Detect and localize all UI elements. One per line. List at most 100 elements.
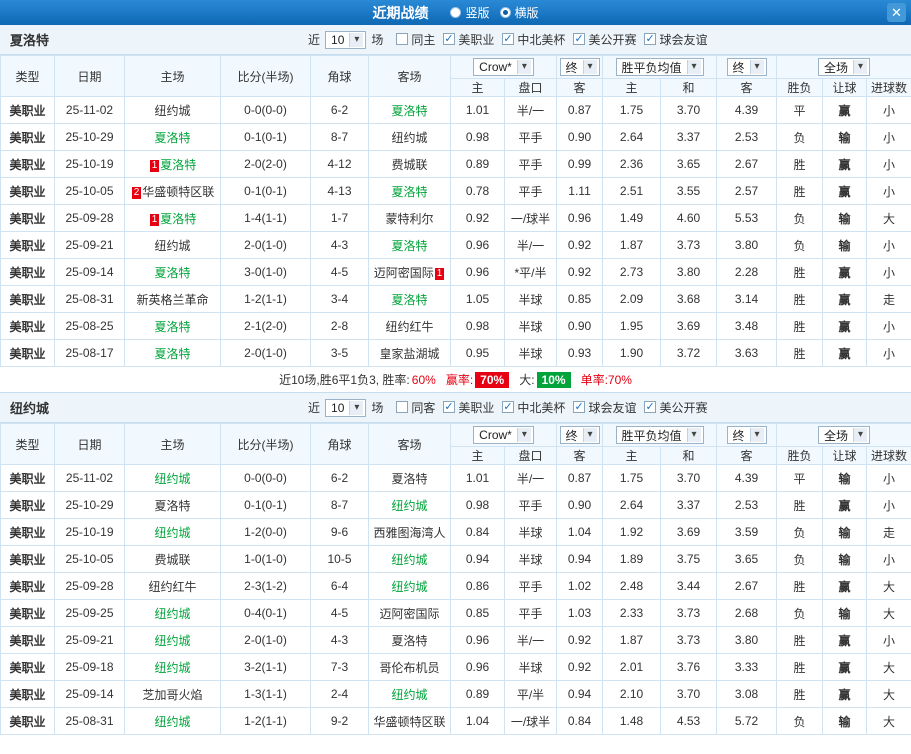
checkbox-box[interactable] xyxy=(644,32,657,46)
home-team[interactable]: 夏洛特 xyxy=(124,312,221,340)
team-name-text: 纽约城 xyxy=(391,687,428,702)
away-team[interactable]: 夏洛特 xyxy=(368,96,451,124)
away-team[interactable]: 纽约城 xyxy=(368,491,451,519)
away-team[interactable]: 华盛顿特区联 xyxy=(368,707,451,735)
filter-checkbox[interactable]: 美职业 xyxy=(443,31,494,48)
handicap-cell: 赢 xyxy=(822,653,868,681)
home-team[interactable]: 纽约城 xyxy=(124,599,221,627)
home-team[interactable]: 纽约城 xyxy=(124,707,221,735)
away-team[interactable]: 哥伦布机员 xyxy=(368,653,451,681)
odds-away: 1.04 xyxy=(556,518,604,546)
home-team[interactable]: 纽约城 xyxy=(124,231,221,259)
filter-checkbox[interactable]: 中北美杯 xyxy=(502,31,565,48)
checkbox-box[interactable] xyxy=(644,400,657,414)
home-team[interactable]: 新英格兰革命 xyxy=(124,285,221,313)
corners: 6-2 xyxy=(310,96,369,124)
checkbox-box[interactable] xyxy=(502,400,515,414)
avg-select[interactable]: 胜平负均值 xyxy=(615,426,704,444)
home-team[interactable]: 1 夏洛特 xyxy=(124,150,221,178)
home-team[interactable]: 费城联 xyxy=(124,545,221,573)
checkbox-box[interactable] xyxy=(573,400,586,414)
games-label: 场 xyxy=(371,33,384,47)
home-team[interactable]: 纽约城 xyxy=(124,653,221,681)
home-team[interactable]: 纽约城 xyxy=(124,96,221,124)
away-team[interactable]: 西雅图海湾人 xyxy=(368,518,451,546)
avg-away: 2.67 xyxy=(716,572,778,600)
goals-cell: 大 xyxy=(866,680,911,708)
avg-select[interactable]: 胜平负均值 xyxy=(615,58,704,76)
match-date: 25-08-25 xyxy=(54,312,125,340)
layout-option-horizontal[interactable]: 横版 xyxy=(499,4,539,21)
handicap-cell: 输 xyxy=(822,707,868,735)
checkbox-box[interactable] xyxy=(443,32,456,46)
chevron-down-icon xyxy=(582,60,597,74)
home-team[interactable]: 夏洛特 xyxy=(124,258,221,286)
league-type: 美职业 xyxy=(0,312,55,340)
odds-away: 0.92 xyxy=(556,231,604,259)
away-team[interactable]: 纽约红牛 xyxy=(368,312,451,340)
close-icon[interactable]: ✕ xyxy=(887,3,906,22)
home-team[interactable]: 2 华盛顿特区联 xyxy=(124,177,221,205)
checkbox-box[interactable] xyxy=(573,32,586,46)
score: 1-2(1-1) xyxy=(220,285,311,313)
home-team[interactable]: 夏洛特 xyxy=(124,491,221,519)
filter-checkbox[interactable]: 同主 xyxy=(396,31,435,48)
bookmaker-select[interactable]: Crow* xyxy=(473,58,534,76)
odds-final-select[interactable]: 终 xyxy=(559,426,600,444)
match-row: 美职业 25-10-29 夏洛特 0-1(0-1) 8-7 纽约城 0.98 平手 0.90 2.… xyxy=(0,491,911,519)
scope-select[interactable]: 全场 xyxy=(818,58,871,76)
bookmaker-select[interactable]: Crow* xyxy=(473,426,534,444)
odds-away: 0.92 xyxy=(556,626,604,654)
away-team[interactable]: 迈阿密国际 xyxy=(368,599,451,627)
filter-checkbox[interactable]: 球会友谊 xyxy=(573,399,636,416)
recent-count-select[interactable]: 10 xyxy=(325,398,367,417)
corners: 4-5 xyxy=(310,258,369,286)
away-team[interactable]: 费城联 xyxy=(368,150,451,178)
home-team[interactable]: 纽约城 xyxy=(124,518,221,546)
checkbox-box[interactable] xyxy=(443,400,456,414)
layout-option-vertical[interactable]: 竖版 xyxy=(450,4,490,21)
away-team[interactable]: 迈阿密国际 1 xyxy=(368,258,451,286)
scope-select[interactable]: 全场 xyxy=(818,426,871,444)
result-cell: 负 xyxy=(776,545,824,573)
home-team[interactable]: 1 夏洛特 xyxy=(124,204,221,232)
away-team[interactable]: 皇家盐湖城 xyxy=(368,339,451,367)
home-team[interactable]: 夏洛特 xyxy=(124,123,221,151)
corners: 6-2 xyxy=(310,464,369,492)
away-team[interactable]: 纽约城 xyxy=(368,545,451,573)
col-home: 主场 xyxy=(124,55,221,97)
home-team[interactable]: 纽约城 xyxy=(124,464,221,492)
away-team[interactable]: 纽约城 xyxy=(368,680,451,708)
filter-checkbox[interactable]: 球会友谊 xyxy=(644,31,707,48)
away-team[interactable]: 夏洛特 xyxy=(368,231,451,259)
away-team[interactable]: 蒙特利尔 xyxy=(368,204,451,232)
filter-checkbox[interactable]: 美公开赛 xyxy=(644,399,707,416)
away-team[interactable]: 纽约城 xyxy=(368,572,451,600)
score: 2-0(1-0) xyxy=(220,231,311,259)
filter-checkbox[interactable]: 美职业 xyxy=(443,399,494,416)
recent-count-select[interactable]: 10 xyxy=(325,30,367,49)
league-type: 美职业 xyxy=(0,150,55,178)
avg-final-select[interactable]: 终 xyxy=(726,426,767,444)
home-team[interactable]: 芝加哥火焰 xyxy=(124,680,221,708)
away-team[interactable]: 纽约城 xyxy=(368,123,451,151)
away-team[interactable]: 夏洛特 xyxy=(368,285,451,313)
home-team[interactable]: 夏洛特 xyxy=(124,339,221,367)
goals-cell: 小 xyxy=(866,96,911,124)
odds-final-select[interactable]: 终 xyxy=(559,58,600,76)
checkbox-box[interactable] xyxy=(396,401,409,414)
home-team[interactable]: 纽约城 xyxy=(124,626,221,654)
home-team[interactable]: 纽约红牛 xyxy=(124,572,221,600)
checkbox-box[interactable] xyxy=(396,33,409,46)
odds-line: 平手 xyxy=(503,177,558,205)
away-team[interactable]: 夏洛特 xyxy=(368,464,451,492)
avg-final-select[interactable]: 终 xyxy=(726,58,767,76)
filter-checkbox[interactable]: 中北美杯 xyxy=(502,399,565,416)
away-team[interactable]: 夏洛特 xyxy=(368,626,451,654)
filter-checkbox[interactable]: 美公开赛 xyxy=(573,31,636,48)
goals-cell: 大 xyxy=(866,653,911,681)
checkbox-box[interactable] xyxy=(502,32,515,46)
filter-checkbox[interactable]: 同客 xyxy=(396,399,435,416)
away-team[interactable]: 夏洛特 xyxy=(368,177,451,205)
avg-home: 2.10 xyxy=(602,680,662,708)
